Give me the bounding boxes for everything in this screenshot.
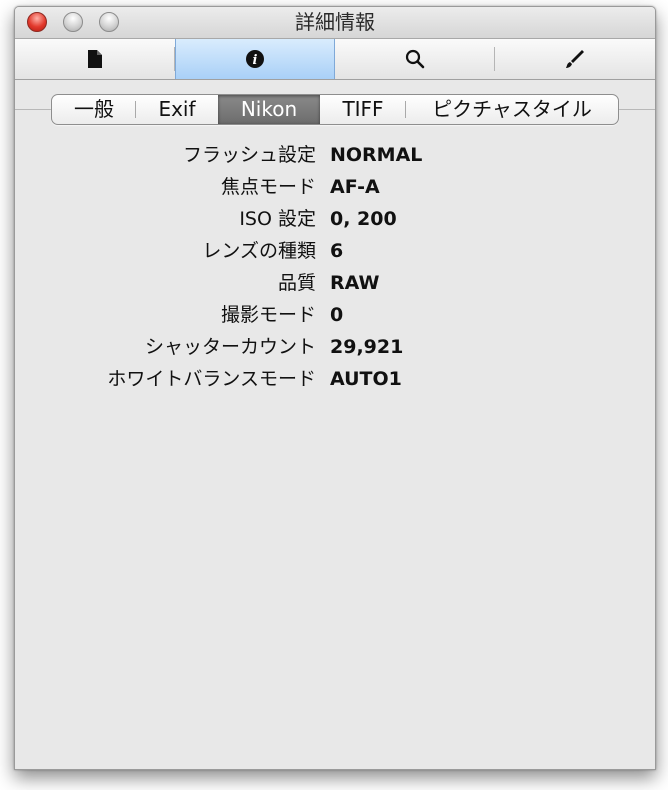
property-value: RAW (330, 272, 380, 294)
property-label: フラッシュ設定 (182, 144, 316, 166)
title-bar[interactable]: 詳細情報 (15, 7, 655, 39)
property-row: シャッターカウント 29,921 (15, 331, 655, 363)
info-icon: i (245, 49, 265, 69)
inspector-toolbar: i (15, 39, 655, 80)
tab-picture-style-label: ピクチャスタイル (432, 97, 592, 121)
document-icon (87, 49, 103, 69)
property-label: 焦点モード (220, 176, 316, 198)
property-row: ホワイトバランスモード AUTO1 (15, 363, 655, 395)
property-label: ISO 設定 (239, 208, 316, 230)
property-row: 焦点モード AF-A (15, 171, 655, 203)
svg-text:i: i (253, 53, 258, 68)
property-value: AUTO1 (330, 368, 402, 390)
property-value: NORMAL (330, 144, 423, 166)
metadata-tabs: 一般 Exif Nikon TIFF ピクチャスタイル (51, 94, 619, 125)
tab-nikon-label: Nikon (240, 97, 298, 121)
property-list: フラッシュ設定 NORMAL 焦点モード AF-A ISO 設定 0, 200 … (15, 139, 655, 395)
property-row: 品質 RAW (15, 267, 655, 299)
tab-nikon[interactable]: Nikon (218, 95, 320, 124)
tab-exif[interactable]: Exif (136, 95, 218, 124)
property-value: 0 (330, 304, 344, 326)
property-label: レンズの種類 (202, 240, 316, 262)
inspector-window: 詳細情報 i 一般 Exif Nikon TIFF ピクチャスタイル フラッシュ… (14, 6, 656, 770)
tab-tiff-label: TIFF (342, 97, 384, 121)
property-label: 撮影モード (220, 304, 316, 326)
property-value: 6 (330, 240, 344, 262)
tab-general[interactable]: 一般 (52, 95, 136, 124)
property-label: シャッターカウント (144, 336, 316, 358)
property-row: ISO 設定 0, 200 (15, 203, 655, 235)
tab-picture-style[interactable]: ピクチャスタイル (406, 95, 618, 124)
property-value: 29,921 (330, 336, 404, 358)
property-label: 品質 (277, 272, 316, 294)
property-row: レンズの種類 6 (15, 235, 655, 267)
property-row: 撮影モード 0 (15, 299, 655, 331)
annotations-tab-button[interactable] (495, 39, 655, 79)
property-value: 0, 200 (330, 208, 397, 230)
tab-general-label: 一般 (74, 97, 114, 121)
general-info-tab-button[interactable] (15, 39, 175, 79)
search-icon (405, 49, 425, 69)
more-info-tab-button[interactable]: i (175, 39, 335, 79)
property-row: フラッシュ設定 NORMAL (15, 139, 655, 171)
tab-tiff[interactable]: TIFF (320, 95, 406, 124)
window-title: 詳細情報 (295, 10, 375, 34)
property-label: ホワイトバランスモード (107, 368, 316, 390)
brush-icon (565, 49, 585, 69)
keywords-tab-button[interactable] (335, 39, 495, 79)
property-value: AF-A (330, 176, 380, 198)
tab-exif-label: Exif (158, 97, 196, 121)
